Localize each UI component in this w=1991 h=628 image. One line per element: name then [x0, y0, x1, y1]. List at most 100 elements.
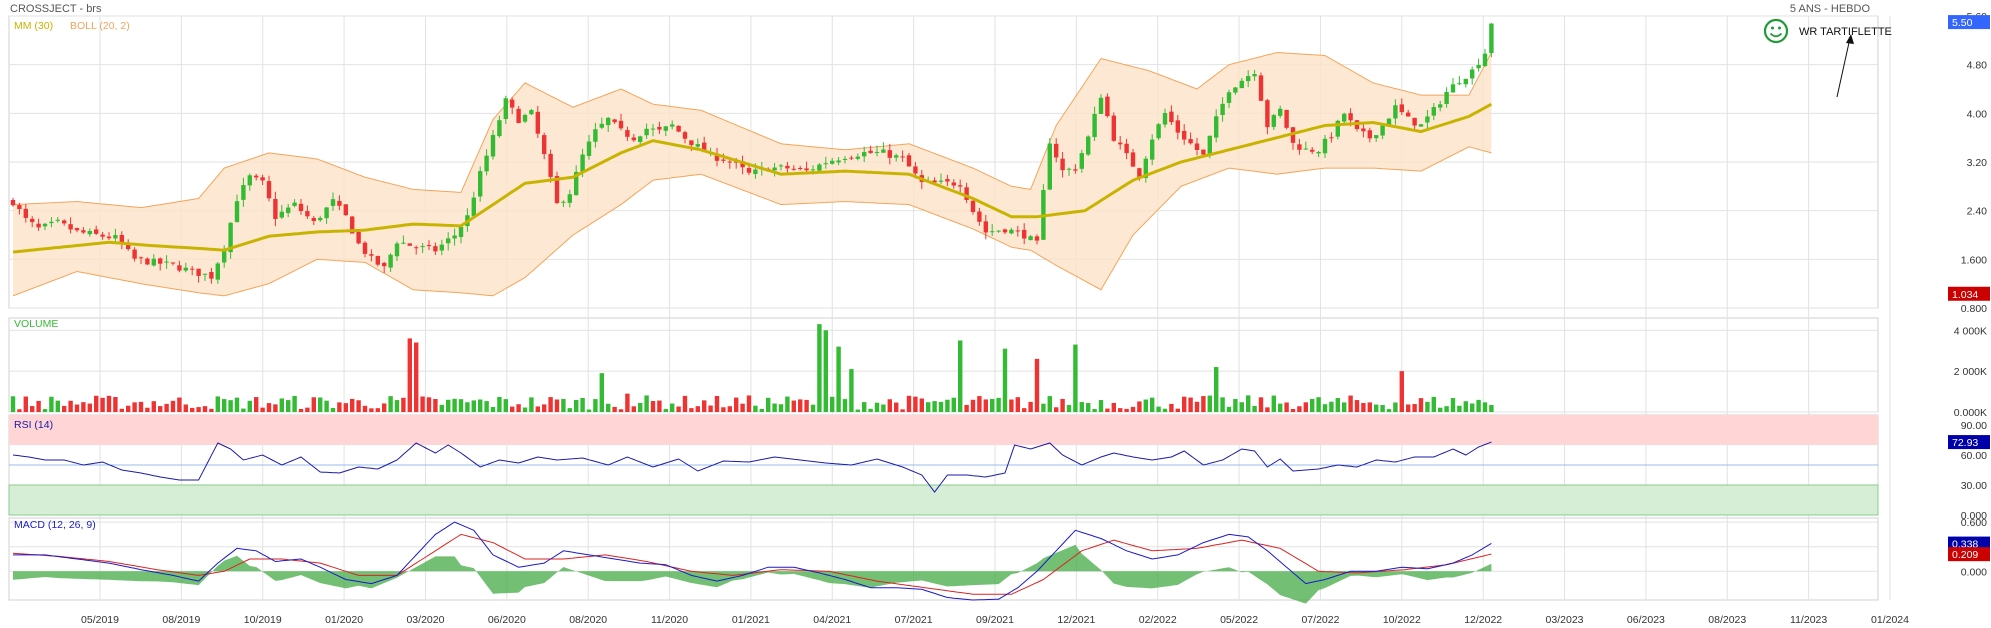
candle-body — [1156, 124, 1161, 139]
candle-body — [369, 254, 374, 256]
volume-bar — [1463, 401, 1468, 412]
candle-body — [1310, 149, 1315, 152]
volume-bar — [836, 346, 841, 412]
volume-bar — [1361, 403, 1366, 412]
volume-bar — [1310, 398, 1315, 412]
volume-bar — [30, 406, 35, 412]
volume-bar — [599, 373, 604, 412]
volume-bar — [1399, 371, 1404, 412]
volume-bar — [1137, 401, 1142, 412]
candle-body — [1399, 104, 1404, 113]
x-tick-label: 06/2023 — [1627, 614, 1665, 626]
volume-bar — [689, 408, 694, 412]
value-tag-label: 1.034 — [1952, 289, 1978, 301]
candle-body — [663, 126, 668, 131]
candle-body — [586, 141, 592, 156]
volume-bar — [593, 399, 598, 412]
volume-bar — [900, 409, 905, 412]
annotation: WR TARTIFLETTE — [1763, 18, 1892, 98]
volume-bar — [350, 398, 355, 412]
volume-bar — [778, 404, 784, 412]
volume-bar — [1425, 401, 1430, 412]
candle-body — [785, 165, 790, 169]
candle-body — [958, 185, 963, 187]
volume-bar — [369, 408, 374, 412]
volume-bar — [516, 404, 521, 412]
volume-bar — [177, 397, 182, 412]
candle-body — [311, 218, 316, 222]
candle-body — [407, 243, 412, 246]
volume-bar — [1386, 409, 1392, 412]
x-tick-label: 11/2023 — [1790, 614, 1827, 626]
candle-body — [1118, 142, 1123, 145]
volume-bar — [830, 396, 835, 412]
candle-body — [1028, 236, 1033, 241]
volume-bar — [87, 403, 92, 412]
volume-bar — [196, 407, 201, 412]
candle-body — [1002, 229, 1008, 233]
volume-bar — [273, 404, 278, 412]
candle-body — [343, 204, 348, 216]
candle-body — [606, 117, 611, 126]
volume-bar — [1054, 407, 1059, 412]
candle-body — [254, 175, 259, 178]
candle-body — [266, 181, 272, 199]
volume-bar — [452, 398, 457, 412]
candle-body — [439, 244, 444, 251]
candle-body — [1418, 124, 1424, 127]
candle-body — [202, 273, 208, 275]
candle-body — [1374, 135, 1379, 139]
x-tick-label: 06/2020 — [488, 614, 526, 626]
volume-bar — [222, 399, 227, 412]
volume-bar — [119, 408, 124, 412]
volume-bar — [1374, 404, 1379, 412]
volume-bar — [311, 397, 316, 412]
volume-bar — [868, 408, 873, 412]
candle-body — [158, 258, 163, 264]
candle-body — [1194, 143, 1200, 150]
candle-body — [1188, 139, 1193, 144]
candle-body — [529, 110, 534, 115]
candle-body — [1271, 115, 1276, 127]
candle-body — [983, 221, 988, 233]
volume-bar — [823, 330, 828, 412]
candle-body — [1169, 111, 1174, 123]
volume-bar — [644, 395, 649, 412]
volume-bar — [1022, 408, 1027, 412]
x-tick-label: 01/2021 — [732, 614, 770, 626]
candle-body — [87, 231, 92, 235]
candle-body — [1393, 105, 1398, 119]
volume-bar — [1246, 395, 1251, 412]
x-tick-label: 07/2022 — [1301, 614, 1339, 626]
annotation-label: WR TARTIFLETTE — [1799, 26, 1892, 38]
candle-body — [330, 199, 336, 206]
volume-bar — [1233, 399, 1238, 412]
candle-body — [868, 150, 873, 153]
volume-bar — [234, 397, 240, 412]
volume-bar — [1476, 399, 1481, 412]
volume-bar — [510, 406, 515, 412]
candle-body — [810, 169, 816, 171]
x-tick-label: 05/2022 — [1220, 614, 1258, 626]
candle-body — [887, 150, 892, 158]
volume-bar — [1182, 396, 1187, 412]
volume-bar — [1028, 401, 1033, 412]
volume-bar — [1297, 406, 1302, 412]
volume-bar — [970, 399, 976, 412]
candle-body — [1252, 74, 1257, 77]
volume-bar — [1252, 405, 1257, 412]
volume-bar — [343, 403, 348, 412]
x-tick-label: 08/2020 — [569, 614, 607, 626]
volume-bar — [356, 400, 361, 412]
volume-bar — [881, 404, 886, 412]
candle-body — [196, 268, 201, 276]
volume-bar — [1271, 395, 1276, 412]
volume-bar — [618, 409, 624, 412]
candle-body — [503, 98, 508, 120]
candle-body — [375, 256, 380, 265]
candle-body — [394, 243, 400, 257]
candle-body — [298, 203, 304, 212]
candle-body — [721, 159, 726, 161]
volume-bar — [202, 406, 208, 412]
candle-body — [1124, 143, 1129, 154]
